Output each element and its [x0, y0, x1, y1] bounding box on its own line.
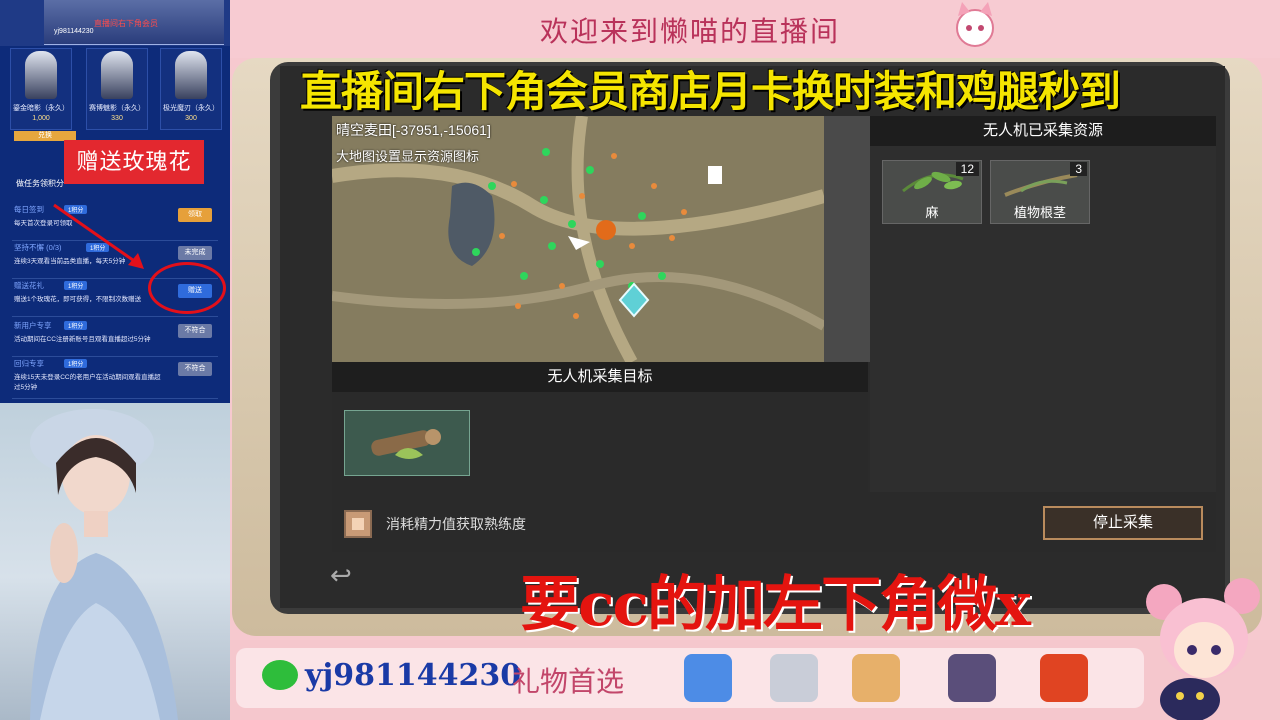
rabbit-gift-icon[interactable]	[770, 654, 818, 702]
map-side-strip	[824, 116, 870, 362]
incomplete-button[interactable]: 未完成	[178, 246, 212, 260]
streamer-camera	[0, 403, 230, 720]
task-name: 回归专享	[14, 359, 44, 368]
rose-gift-banner: 赠送玫瑰花	[64, 140, 204, 184]
preview-thumbnail: 直播间右下角会员 yj981144230	[0, 0, 230, 46]
wechat-id: yj981144230	[305, 658, 522, 693]
lantern-gift-icon[interactable]	[1040, 654, 1088, 702]
task-row: 新用户专享 1积分 活动期间在CC注册新账号且观看直播超过5分钟 不符合	[12, 320, 218, 357]
collected-resources-header: 无人机已采集资源	[870, 116, 1216, 146]
gift-label: 礼物首选	[512, 665, 625, 698]
highlight-circle	[148, 262, 226, 314]
task-row: 回归专享 1积分 连续15天未登录CC的老用户在活动期间观看直播超过5分钟 不符…	[12, 358, 218, 399]
checkbox-label: 消耗精力值获取熟练度	[386, 516, 526, 532]
resource-count: 3	[1070, 162, 1087, 176]
shop-item-name: 鎏金暗影（永久）	[13, 105, 69, 112]
shop-item-price: 1,000	[32, 115, 50, 122]
preview-red-text: 直播间右下角会员	[94, 19, 158, 28]
resource-count: 12	[955, 162, 979, 176]
task-points-badge: 1积分	[64, 359, 88, 368]
card-gift-icon[interactable]	[948, 654, 996, 702]
badge-gift-icon[interactable]	[684, 654, 732, 702]
outfit-figure-icon	[175, 51, 207, 99]
task-description: 赠送1个玫瑰花，即可获得，不限制次数赠送	[14, 296, 142, 303]
mini-stream-preview: 直播间右下角会员 yj981144230	[44, 0, 224, 45]
wood-log-icon	[371, 429, 441, 459]
shop-item-name: 极光魔刃（永久）	[163, 105, 219, 112]
task-description: 连续15天未登录CC的老用户在活动期间观看直播超过5分钟	[14, 374, 161, 391]
wechat-icon	[262, 660, 298, 690]
outfit-figure-icon	[101, 51, 133, 99]
shop-item-name: 赛博魅影（永久）	[89, 105, 145, 112]
welcome-text: 欢迎来到懒喵的直播间	[540, 15, 841, 48]
shop-item-1[interactable]: 鎏金暗影（永久） 1,000	[10, 48, 72, 130]
shop-item-price: 330	[111, 115, 123, 122]
task-description: 活动期间在CC注册新账号且观看直播超过5分钟	[14, 336, 151, 343]
resource-slot-plant-root[interactable]: 3 植物根茎	[990, 160, 1090, 224]
outfit-figure-icon	[25, 51, 57, 99]
target-item-slot[interactable]	[344, 410, 470, 476]
shop-item-price: 300	[185, 115, 197, 122]
ineligible-button[interactable]: 不符合	[178, 362, 212, 376]
headline-overlay: 直播间右下角会员商店月卡换时装和鸡腿秒到	[300, 67, 1121, 116]
cat-girl-sticker-icon	[956, 2, 994, 47]
streamer-figure-icon	[30, 409, 178, 720]
task-section-title: 做任务领积分	[16, 179, 64, 188]
collection-target-header: 无人机采集目标	[332, 362, 868, 392]
shop-item-2[interactable]: 赛博魅影（永久） 330	[86, 48, 148, 130]
checkbox-check-icon	[352, 518, 364, 530]
shop-item-3[interactable]: 极光魔刃（永久） 300	[160, 48, 222, 130]
task-name: 新用户专享	[14, 321, 52, 330]
resource-name: 麻	[925, 205, 939, 220]
back-icon[interactable]: ↩	[330, 560, 360, 590]
promo-overlay: 要cc的加左下角微x	[520, 570, 1031, 640]
resource-slot-hemp[interactable]: 12 麻	[882, 160, 982, 224]
task-points-badge: 1积分	[64, 321, 88, 330]
claim-button[interactable]: 领取	[178, 208, 212, 222]
stop-collect-button[interactable]: 停止采集	[1043, 506, 1203, 540]
chibi-mascot-icon	[1146, 578, 1260, 720]
map-coordinates: 晴空麦田[-37951,-15061]	[336, 122, 491, 138]
resource-name: 植物根茎	[1013, 205, 1066, 220]
map-setting-hint: 大地图设置显示资源图标	[336, 149, 480, 164]
activity-panel: 直播间右下角会员 yj981144230 鎏金暗影（永久） 1,000 赛博魅影…	[0, 0, 230, 403]
preview-id-text: yj981144230	[54, 28, 94, 35]
letter-gift-icon[interactable]	[852, 654, 900, 702]
ineligible-button[interactable]: 不符合	[178, 324, 212, 338]
